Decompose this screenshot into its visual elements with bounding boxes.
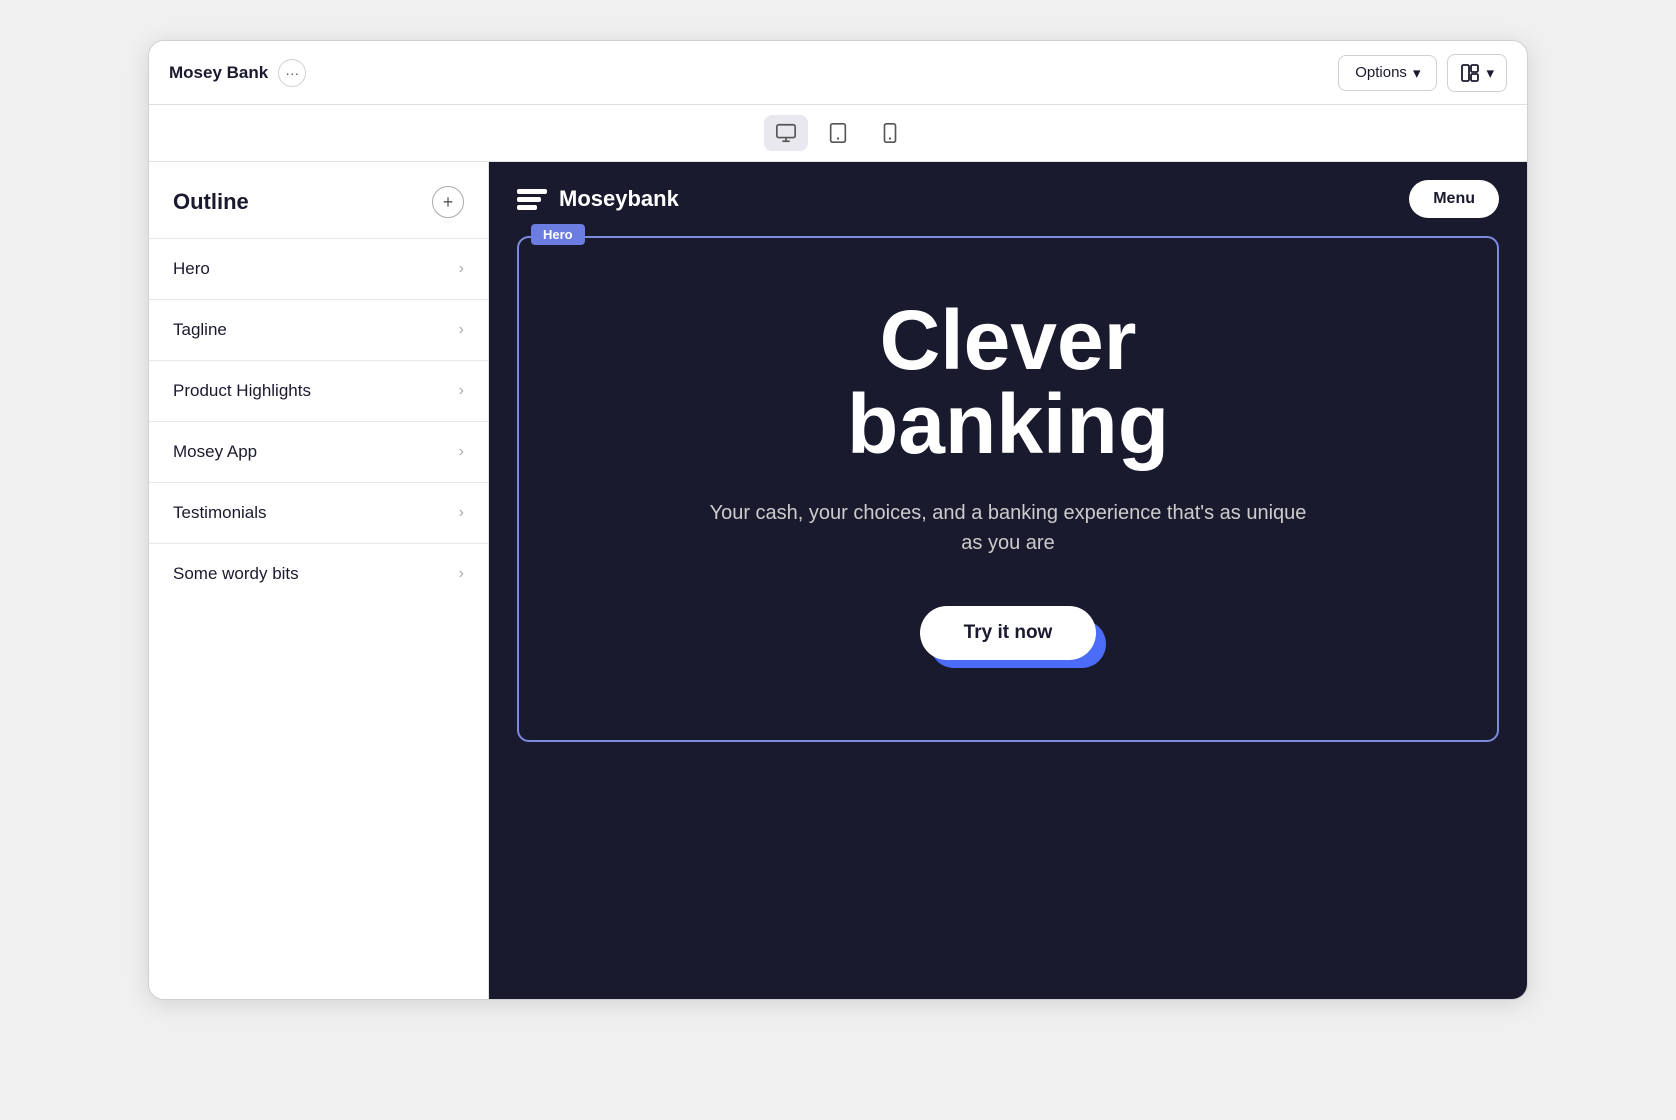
try-it-now-button[interactable]: Try it now [920, 606, 1097, 660]
logo-text: Moseybank [559, 186, 679, 212]
chevron-right-icon: › [459, 504, 464, 522]
phone-icon [879, 122, 901, 144]
sidebar-item-label: Mosey App [173, 442, 257, 462]
desktop-view-button[interactable] [764, 115, 808, 151]
sidebar-item-label: Tagline [173, 320, 227, 340]
sidebar-item-product-highlights[interactable]: Product Highlights › [149, 360, 488, 421]
sidebar-header: Outline + [149, 162, 488, 238]
chevron-down-icon: ▾ [1413, 64, 1421, 82]
preview-area: Moseybank Menu Hero Clever banking Your … [489, 162, 1527, 999]
ellipsis-button[interactable]: ··· [278, 59, 306, 87]
logo-icon [517, 189, 547, 210]
chevron-down-icon-layout: ▾ [1486, 64, 1494, 82]
layout-button[interactable]: ▾ [1447, 54, 1507, 92]
top-bar: Mosey Bank ··· Options ▾ ▾ [149, 41, 1527, 105]
sidebar-item-hero[interactable]: Hero › [149, 238, 488, 299]
sidebar-item-testimonials[interactable]: Testimonials › [149, 482, 488, 543]
hero-title-line1: Clever [880, 293, 1137, 387]
hero-section: Hero Clever banking Your cash, your choi… [517, 236, 1499, 742]
chevron-right-icon: › [459, 443, 464, 461]
sidebar: Outline + Hero › Tagline › Product Highl… [149, 162, 489, 999]
app-window: Mosey Bank ··· Options ▾ ▾ [148, 40, 1528, 1000]
sidebar-item-label: Product Highlights [173, 381, 311, 401]
main-content: Outline + Hero › Tagline › Product Highl… [149, 162, 1527, 999]
hero-subtitle: Your cash, your choices, and a banking e… [708, 498, 1308, 558]
desktop-icon [775, 122, 797, 144]
try-btn-wrapper: Try it now [920, 606, 1097, 660]
sidebar-item-label: Testimonials [173, 503, 267, 523]
add-section-button[interactable]: + [432, 186, 464, 218]
tablet-view-button[interactable] [816, 115, 860, 151]
hero-title-line2: banking [847, 377, 1169, 471]
tablet-icon [827, 122, 849, 144]
chevron-right-icon: › [459, 382, 464, 400]
menu-button[interactable]: Menu [1409, 180, 1499, 218]
sidebar-item-some-wordy-bits[interactable]: Some wordy bits › [149, 543, 488, 604]
phone-view-button[interactable] [868, 115, 912, 151]
logo-line-3 [517, 205, 537, 210]
layout-icon [1460, 63, 1480, 83]
sidebar-item-mosey-app[interactable]: Mosey App › [149, 421, 488, 482]
device-toolbar [149, 105, 1527, 162]
sidebar-item-label: Some wordy bits [173, 564, 299, 584]
logo-line-2 [517, 197, 541, 202]
options-button[interactable]: Options ▾ [1338, 55, 1437, 91]
sidebar-title: Outline [173, 189, 249, 215]
app-title: Mosey Bank [169, 63, 268, 83]
moseybank-logo: Moseybank [517, 186, 679, 212]
sidebar-item-tagline[interactable]: Tagline › [149, 299, 488, 360]
sidebar-item-label: Hero [173, 259, 210, 279]
hero-title: Clever banking [559, 298, 1457, 466]
chevron-right-icon: › [459, 260, 464, 278]
logo-line-1 [517, 189, 547, 194]
chevron-right-icon: › [459, 565, 464, 583]
hero-label: Hero [531, 224, 585, 245]
preview-navbar: Moseybank Menu [489, 162, 1527, 236]
options-label: Options [1355, 64, 1407, 81]
top-bar-left: Mosey Bank ··· [169, 59, 306, 87]
chevron-right-icon: › [459, 321, 464, 339]
top-bar-right: Options ▾ ▾ [1338, 54, 1507, 92]
